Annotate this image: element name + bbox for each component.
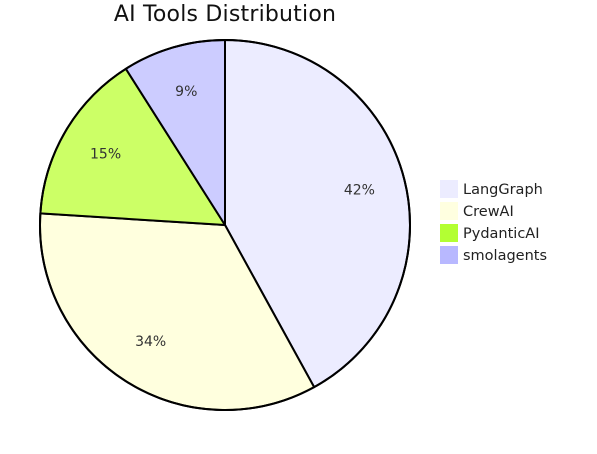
slice-label-langgraph: 42% — [344, 182, 375, 198]
legend: LangGraph CrewAI PydanticAI smolagents — [440, 180, 547, 264]
legend-label-pydanticai: PydanticAI — [463, 226, 540, 242]
legend-swatch-crewai — [440, 202, 458, 220]
legend-swatch-smolagents — [440, 246, 458, 264]
legend-swatch-pydanticai — [440, 224, 458, 242]
legend-label-langgraph: LangGraph — [463, 182, 543, 198]
slice-label-pydanticai: 15% — [90, 146, 121, 162]
legend-swatch-langgraph — [440, 180, 458, 198]
legend-label-smolagents: smolagents — [463, 248, 547, 264]
pie-chart: AI Tools Distribution 42% 34% 15% 9% LangGr… — [0, 0, 597, 450]
slice-label-crewai: 34% — [135, 334, 166, 350]
chart-title: AI Tools Distribution — [113, 2, 337, 27]
legend-label-crewai: CrewAI — [463, 204, 514, 220]
slice-label-smolagents: 9% — [175, 84, 197, 100]
pie-svg: 42% 34% 15% 9% LangGraph CrewAI PydanticAI smo… — [39, 39, 547, 411]
pie-slices — [39, 39, 411, 411]
